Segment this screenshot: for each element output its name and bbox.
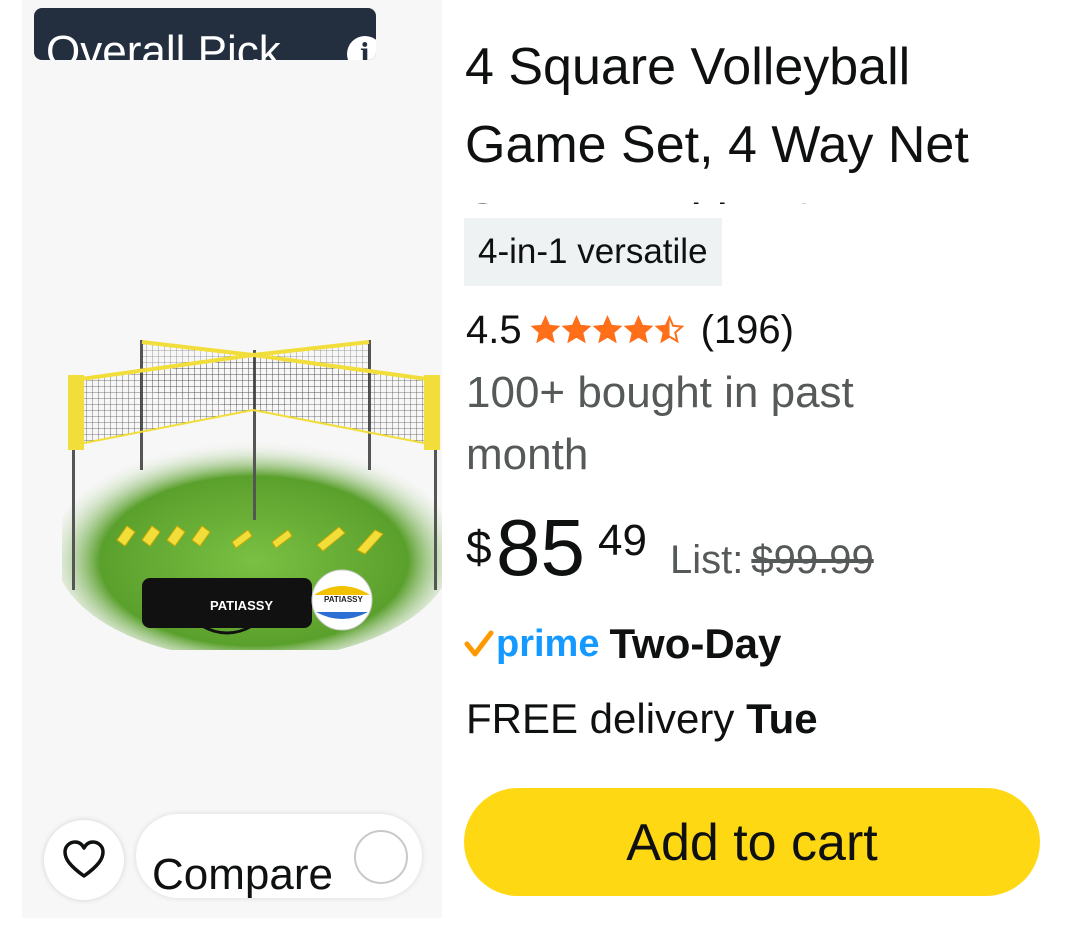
feature-tag: 4-in-1 versatile (464, 218, 722, 286)
compare-toggle[interactable]: Compare (136, 814, 422, 899)
info-icon[interactable]: i (347, 36, 376, 60)
add-to-cart-button[interactable]: Add to cart (464, 788, 1040, 896)
heart-icon (63, 840, 105, 878)
price-whole: 85 (496, 503, 585, 592)
star-icon (561, 315, 592, 344)
product-image[interactable]: PATIASSY PATIASSY (62, 320, 442, 650)
product-title[interactable]: 4 Square Volleyball Game Set, 4 Way Net … (465, 28, 1025, 204)
prime-logo: prime (464, 623, 599, 666)
price-currency: $ (466, 521, 492, 573)
prime-word: prime (496, 622, 600, 665)
star-icon (592, 315, 623, 344)
badge-label: Overall Pick (46, 27, 281, 60)
prime-check-icon (464, 630, 494, 657)
rating-value: 4.5 (466, 307, 522, 352)
rating-row[interactable]: 4.5 (196) (466, 302, 794, 358)
delivery-day: Tue (746, 695, 818, 742)
price-fraction: 49 (598, 516, 647, 565)
wishlist-button[interactable] (44, 820, 124, 900)
bag-brand-text: PATIASSY (210, 598, 273, 613)
product-image-pane[interactable]: PATIASSY PATIASSY (22, 0, 442, 918)
star-rating (530, 315, 685, 345)
star-icon (654, 315, 685, 344)
compare-label: Compare (152, 850, 333, 899)
overall-pick-badge[interactable]: Overall Pick i (34, 8, 376, 60)
delivery-info: FREE delivery Tue (466, 692, 818, 746)
compare-checkbox[interactable] (354, 830, 408, 884)
bought-in-past-month: 100+ bought in past month (466, 368, 854, 479)
review-count[interactable]: (196) (701, 308, 794, 353)
ball-brand-text: PATIASSY (324, 595, 363, 604)
star-icon (623, 315, 654, 344)
prime-speed: Two-Day (609, 620, 782, 667)
list-price-value: $99.99 (751, 538, 874, 582)
prime-row: prime Two-Day (464, 616, 781, 672)
star-icon (530, 315, 561, 344)
delivery-prefix: FREE delivery (466, 695, 735, 742)
list-label: List: (670, 538, 744, 582)
list-price: List: $99.99 (670, 538, 874, 583)
